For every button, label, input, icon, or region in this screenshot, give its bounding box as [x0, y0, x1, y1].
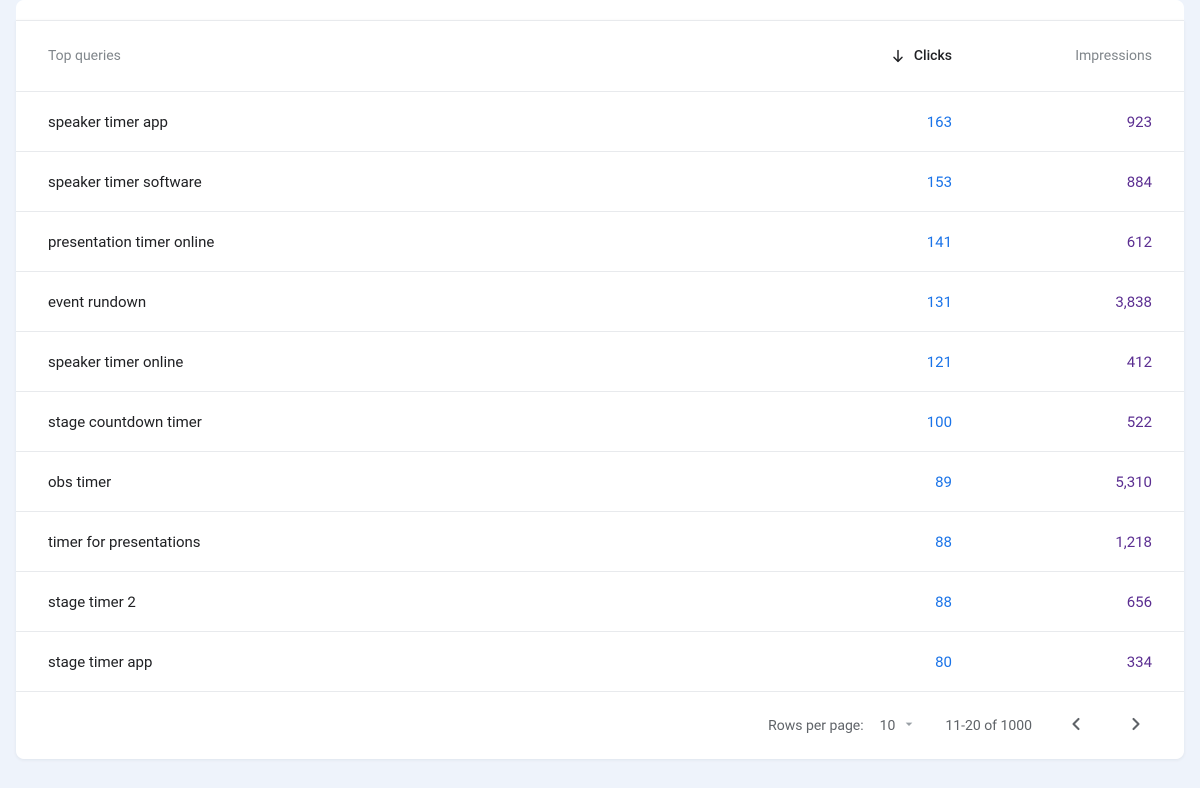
query-cell[interactable]: obs timer — [48, 473, 772, 491]
column-header-queries[interactable]: Top queries — [48, 48, 772, 64]
query-cell[interactable]: timer for presentations — [48, 533, 772, 551]
clicks-cell: 141 — [772, 233, 952, 251]
table-header-row: Top queries Clicks Impressions — [16, 20, 1184, 92]
page-range-label: 11-20 of 1000 — [945, 718, 1032, 734]
arrow-down-icon — [890, 48, 906, 64]
table-row: speaker timer software 153 884 — [16, 152, 1184, 212]
table-row: obs timer 89 5,310 — [16, 452, 1184, 512]
clicks-cell: 88 — [772, 593, 952, 611]
next-page-button[interactable] — [1120, 708, 1152, 743]
query-cell[interactable]: speaker timer software — [48, 173, 772, 191]
table-row: speaker timer online 121 412 — [16, 332, 1184, 392]
impressions-cell: 522 — [952, 413, 1152, 431]
pagination-bar: Rows per page: 10 11-20 of 1000 — [16, 692, 1184, 759]
card-top-spacer — [16, 0, 1184, 20]
chevron-left-icon — [1066, 714, 1086, 737]
page-size-value: 10 — [880, 718, 896, 734]
clicks-cell: 131 — [772, 293, 952, 311]
query-cell[interactable]: event rundown — [48, 293, 772, 311]
impressions-cell: 3,838 — [952, 293, 1152, 311]
rows-per-page-label: Rows per page: — [768, 718, 863, 734]
impressions-cell: 1,218 — [952, 533, 1152, 551]
query-cell[interactable]: speaker timer online — [48, 353, 772, 371]
table-row: event rundown 131 3,838 — [16, 272, 1184, 332]
column-header-clicks[interactable]: Clicks — [772, 48, 952, 64]
caret-down-icon — [901, 716, 917, 736]
table-row: stage countdown timer 100 522 — [16, 392, 1184, 452]
clicks-cell: 80 — [772, 653, 952, 671]
clicks-cell: 100 — [772, 413, 952, 431]
query-cell[interactable]: stage timer app — [48, 653, 772, 671]
impressions-cell: 334 — [952, 653, 1152, 671]
impressions-cell: 656 — [952, 593, 1152, 611]
table-row: timer for presentations 88 1,218 — [16, 512, 1184, 572]
impressions-cell: 612 — [952, 233, 1152, 251]
table-row: presentation timer online 141 612 — [16, 212, 1184, 272]
query-cell[interactable]: presentation timer online — [48, 233, 772, 251]
table-row: speaker timer app 163 923 — [16, 92, 1184, 152]
query-cell[interactable]: stage countdown timer — [48, 413, 772, 431]
column-header-clicks-label: Clicks — [914, 48, 952, 64]
impressions-cell: 884 — [952, 173, 1152, 191]
chevron-right-icon — [1126, 714, 1146, 737]
table-row: stage timer app 80 334 — [16, 632, 1184, 692]
column-header-impressions[interactable]: Impressions — [952, 48, 1152, 64]
page-size-select[interactable]: 10 — [880, 716, 918, 736]
query-cell[interactable]: speaker timer app — [48, 113, 772, 131]
clicks-cell: 163 — [772, 113, 952, 131]
clicks-cell: 121 — [772, 353, 952, 371]
impressions-cell: 5,310 — [952, 473, 1152, 491]
clicks-cell: 153 — [772, 173, 952, 191]
rows-per-page-control: Rows per page: 10 — [768, 716, 917, 736]
clicks-cell: 88 — [772, 533, 952, 551]
previous-page-button[interactable] — [1060, 708, 1092, 743]
clicks-cell: 89 — [772, 473, 952, 491]
table-row: stage timer 2 88 656 — [16, 572, 1184, 632]
query-cell[interactable]: stage timer 2 — [48, 593, 772, 611]
impressions-cell: 923 — [952, 113, 1152, 131]
impressions-cell: 412 — [952, 353, 1152, 371]
queries-table-card: Top queries Clicks Impressions speaker t… — [16, 20, 1184, 759]
